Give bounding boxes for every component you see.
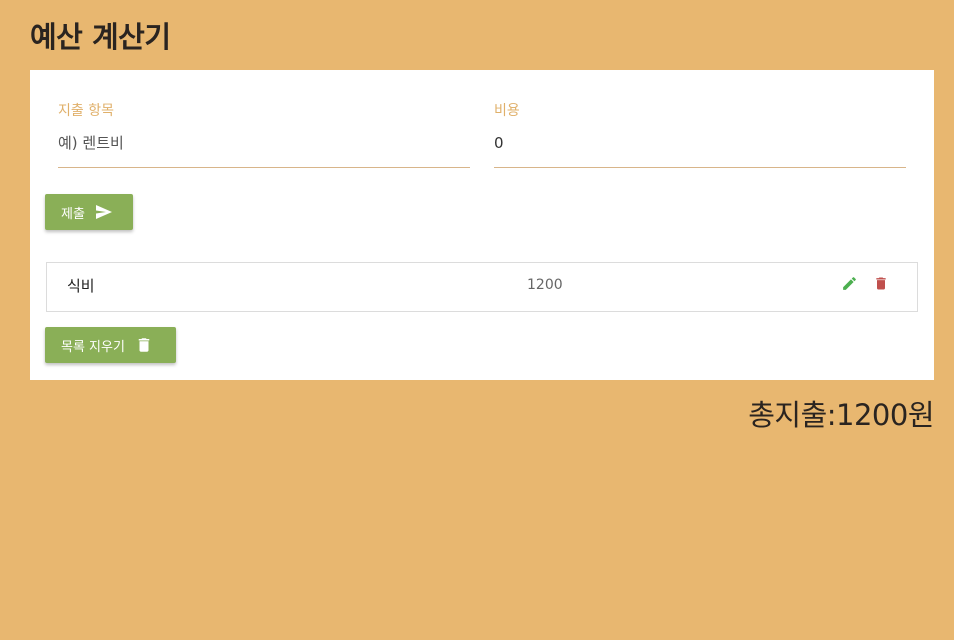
trash-icon — [873, 275, 889, 295]
budget-card: 지출 항목 비용 제출 식비 1200 — [30, 70, 934, 380]
expense-list: 식비 1200 — [46, 262, 918, 312]
expense-cost-label: 비용 — [494, 103, 520, 119]
expense-name-field: 지출 항목 — [58, 100, 470, 168]
expense-cost-input[interactable] — [494, 130, 906, 168]
page: 예산 계산기 지출 항목 비용 제출 식비 1200 — [0, 0, 954, 640]
expense-item: 식비 1200 — [47, 263, 917, 311]
clear-list-button-label: 목록 지우기 — [61, 339, 125, 355]
app-title: 예산 계산기 — [30, 20, 171, 54]
total-expense: 총지출:1200원 — [748, 398, 934, 432]
trash-icon — [135, 335, 153, 355]
expense-item-amount: 1200 — [527, 277, 563, 293]
submit-button[interactable]: 제출 — [45, 194, 133, 230]
delete-button[interactable] — [871, 275, 891, 295]
edit-button[interactable] — [839, 275, 859, 295]
expense-item-actions — [839, 275, 891, 295]
submit-button-label: 제출 — [61, 206, 85, 222]
expense-cost-field: 비용 — [494, 100, 906, 168]
pencil-icon — [841, 275, 858, 295]
send-icon — [95, 204, 113, 220]
expense-name-input[interactable] — [58, 130, 470, 168]
expense-item-name: 식비 — [67, 277, 95, 295]
clear-list-button[interactable]: 목록 지우기 — [45, 327, 176, 363]
expense-name-label: 지출 항목 — [58, 103, 114, 119]
